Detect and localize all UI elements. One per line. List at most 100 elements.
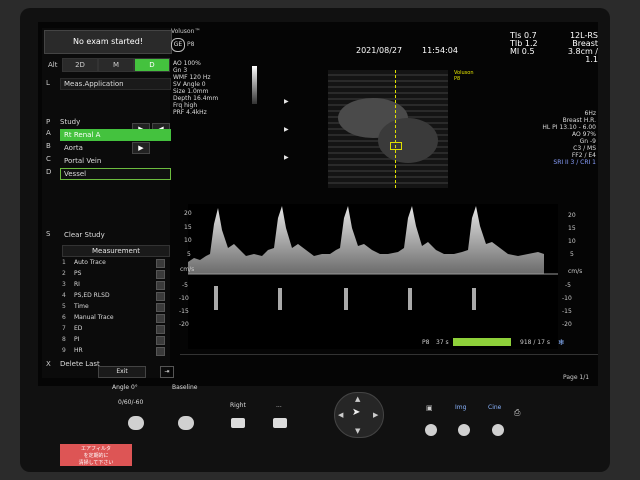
measurement-label: ED	[74, 325, 83, 332]
focus-marker-icon: ▶	[284, 154, 289, 161]
measurement-item-pi[interactable]: 8 PI	[62, 335, 165, 345]
air-filter-sticker: エアフィルタ を定期的に 清掃して下さい	[60, 444, 132, 466]
b-mode-image[interactable]	[328, 70, 448, 188]
arrow-up-icon[interactable]: ▲	[355, 395, 360, 403]
angle-knob[interactable]	[128, 416, 144, 430]
measurement-item-hr[interactable]: 9 HR	[62, 346, 165, 356]
measurement-checkbox[interactable]	[156, 292, 165, 301]
baseline-label: Baseline	[172, 384, 198, 391]
param-line: SRI II 3 / CRI 1	[553, 159, 596, 166]
timeline-probe: P8	[422, 339, 430, 346]
scale-tick: -15	[179, 308, 189, 315]
measurement-number: 1	[62, 259, 66, 266]
measurement-label: Time	[74, 303, 89, 310]
study-item-aorta[interactable]: Aorta	[60, 142, 171, 154]
scale-tick: 15	[184, 224, 192, 231]
reverse-flow-mark	[344, 288, 348, 310]
measurement-number: 8	[62, 336, 66, 343]
exit-icon[interactable]: ⇥	[160, 366, 174, 378]
measurement-item-ps-ed-rlsd[interactable]: 4 PS,ED RLSD	[62, 291, 165, 301]
measurement-number: 7	[62, 325, 66, 332]
sample-volume-gate[interactable]	[390, 142, 402, 150]
cine-timeline[interactable]: P8 37 s 918 / 17 s	[180, 339, 598, 354]
snowflake-icon[interactable]: ❄	[558, 338, 565, 347]
angle-label: Angle 0°	[112, 384, 138, 391]
alt-label: Alt	[48, 61, 58, 69]
cine-progress-bar[interactable]	[453, 338, 511, 346]
trackball-nav[interactable]: ▲ ▼ ◀ ▶ ➤	[334, 392, 384, 438]
mode-m-button[interactable]: M	[98, 58, 134, 72]
page-indicator: Page 1/1	[563, 374, 590, 381]
study-item-portal-vein[interactable]: Portal Vein	[60, 155, 171, 167]
measurement-item-manual-trace[interactable]: 6 Manual Trace	[62, 313, 165, 323]
measurement-item-time[interactable]: 5 Time	[62, 302, 165, 312]
measurement-item-auto-trace[interactable]: 1 Auto Trace	[62, 258, 165, 268]
focus-marker-icon: ▶	[284, 98, 289, 105]
study-item-key: C	[46, 155, 51, 163]
study-label: Study	[60, 118, 81, 126]
param-line: SV Angle 0	[173, 81, 206, 88]
study-item-key: D	[46, 168, 52, 176]
measurement-header: Measurement	[62, 245, 170, 257]
probe-info: 12L-RS Breast 3.8cm / 1.1	[558, 32, 598, 64]
cine-softkey-label: Cine	[488, 404, 502, 411]
brand-name: Voluson™	[171, 28, 201, 35]
date-display: 2021/08/27	[356, 46, 403, 55]
exit-button[interactable]: Exit	[98, 366, 146, 378]
softkey-button[interactable]	[458, 424, 470, 436]
printer-icon[interactable]: ⎙	[514, 408, 520, 418]
meas-application-button[interactable]: Meas.Application	[60, 78, 171, 90]
cursor-icon[interactable]: ➤	[352, 407, 360, 418]
measurement-label: PS,ED RLSD	[74, 292, 110, 299]
brand-model: P8	[187, 41, 195, 48]
scale-tick: -5	[565, 282, 571, 289]
measurement-checkbox[interactable]	[156, 347, 165, 356]
right-button[interactable]	[231, 418, 245, 428]
param-line: C3 / MS	[573, 145, 596, 152]
focus-marker-icon: ▶	[284, 126, 289, 133]
measurement-checkbox[interactable]	[156, 281, 165, 290]
mode-selector: Alt 2D M D	[44, 58, 170, 72]
touch-panel-row	[180, 354, 598, 386]
doppler-parameters: AO 100% Gn 3 WMF 120 Hz SV Angle 0 Size …	[173, 60, 253, 116]
arrow-left-icon[interactable]: ◀	[338, 411, 343, 419]
softkey-button[interactable]	[492, 424, 504, 436]
more-button[interactable]	[273, 418, 287, 428]
more-label: ...	[276, 402, 282, 409]
measurement-checkbox[interactable]	[156, 314, 165, 323]
doppler-cursor-line[interactable]	[395, 70, 396, 188]
velocity-unit-right: cm/s	[568, 268, 583, 275]
measurement-checkbox[interactable]	[156, 325, 165, 334]
save-icon[interactable]: ▣	[426, 404, 433, 412]
measurement-checkbox[interactable]	[156, 270, 165, 279]
study-item-rt-renal-a[interactable]: Rt Renal A	[60, 129, 171, 141]
arrow-down-icon[interactable]: ▼	[355, 427, 360, 435]
param-line: Depth 16.4mm	[173, 95, 219, 102]
doppler-spectrum[interactable]	[188, 204, 558, 349]
measurement-number: 9	[62, 347, 66, 354]
softkey-button[interactable]	[425, 424, 437, 436]
delete-last-button[interactable]: Delete Last	[60, 360, 100, 368]
overlay-brand: Voluson P8	[454, 70, 473, 82]
reverse-flow-mark	[472, 288, 476, 310]
baseline-knob[interactable]	[178, 416, 194, 430]
measurement-checkbox[interactable]	[156, 259, 165, 268]
measurement-checkbox[interactable]	[156, 336, 165, 345]
measurement-item-ps[interactable]: 2 PS	[62, 269, 165, 279]
img-softkey-label: Img	[455, 404, 467, 411]
spectrum-waveform	[188, 206, 544, 274]
measurement-checkbox[interactable]	[156, 303, 165, 312]
sticker-text: エアフィルタ を定期的に 清掃して下さい	[78, 446, 114, 466]
mode-d-button[interactable]: D	[134, 58, 170, 72]
measurement-label: PS	[74, 270, 82, 277]
param-line: Frq high	[173, 102, 198, 109]
measurement-item-ri[interactable]: 3 RI	[62, 280, 165, 290]
mode-2d-button[interactable]: 2D	[62, 58, 98, 72]
clear-study-button[interactable]: Clear Study	[60, 229, 171, 241]
scale-tick: -20	[562, 321, 572, 328]
arrow-right-icon[interactable]: ▶	[373, 411, 378, 419]
time-display: 11:54:04	[422, 46, 458, 55]
measurement-item-ed[interactable]: 7 ED	[62, 324, 165, 334]
angle-range-label: 0/60/-60	[118, 399, 144, 406]
study-item-vessel[interactable]: Vessel	[60, 168, 171, 180]
